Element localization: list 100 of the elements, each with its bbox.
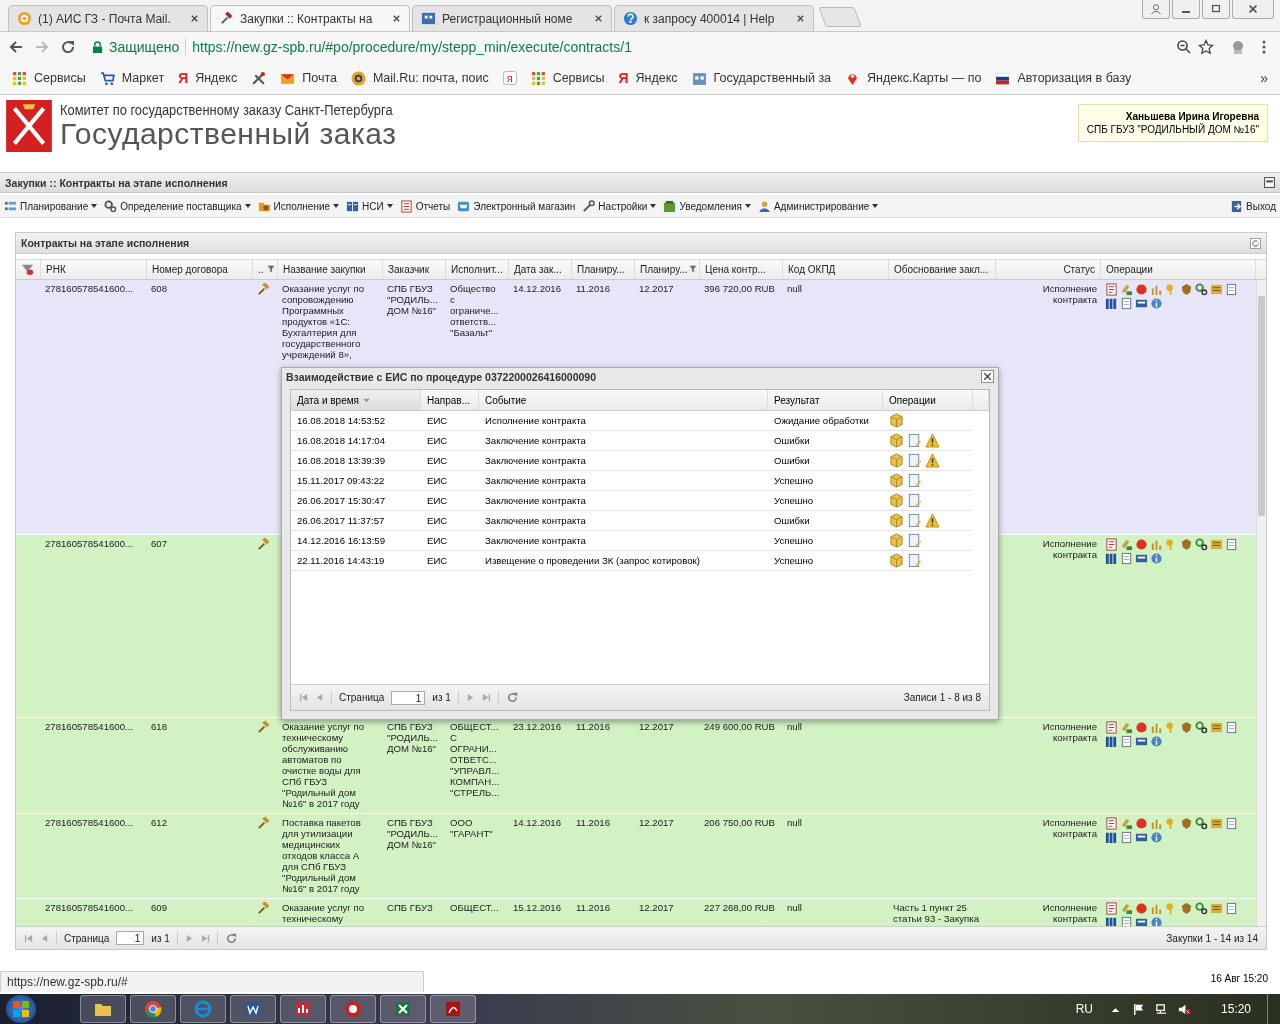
circle-icon[interactable] bbox=[1135, 283, 1148, 296]
package-icon[interactable] bbox=[889, 473, 904, 488]
scroll-icon[interactable] bbox=[1210, 538, 1223, 551]
scrollbar[interactable] bbox=[1256, 280, 1266, 926]
page-icon[interactable] bbox=[1120, 831, 1133, 844]
page-icon[interactable] bbox=[1225, 538, 1238, 551]
bookmark[interactable]: Авторизация в базу bbox=[995, 70, 1132, 86]
table-row[interactable] bbox=[16, 814, 1256, 899]
taskbar-app-button[interactable] bbox=[230, 995, 276, 1023]
browser-tab[interactable]: Закупки :: Контракты на bbox=[210, 5, 410, 31]
menu-item[interactable]: Электронный магазин bbox=[457, 199, 576, 213]
card-icon[interactable] bbox=[1135, 916, 1148, 926]
gavel-icon[interactable] bbox=[257, 283, 270, 296]
browser-tab[interactable]: (1) АИС ГЗ - Почта Mail. bbox=[8, 5, 208, 31]
document-icon[interactable] bbox=[907, 533, 922, 548]
books-icon[interactable] bbox=[1105, 916, 1118, 926]
scroll-icon[interactable] bbox=[1210, 721, 1223, 734]
stamp-icon[interactable] bbox=[1120, 283, 1133, 296]
gears-icon[interactable] bbox=[1195, 902, 1208, 915]
package-icon[interactable] bbox=[889, 453, 904, 468]
taskbar-app-button[interactable] bbox=[280, 995, 326, 1023]
bookmark[interactable]: Яндекс.Карты — по bbox=[845, 70, 982, 86]
package-icon[interactable] bbox=[889, 513, 904, 528]
close-icon[interactable] bbox=[190, 14, 199, 23]
close-window-button[interactable] bbox=[1232, 0, 1274, 19]
books-icon[interactable] bbox=[1105, 297, 1118, 310]
menu-item[interactable]: Администрирование bbox=[757, 199, 879, 213]
emblem-icon[interactable] bbox=[1180, 538, 1193, 551]
column-header[interactable]: Название закупки bbox=[278, 260, 383, 279]
document-icon[interactable] bbox=[1105, 283, 1118, 296]
document-icon[interactable] bbox=[1105, 721, 1118, 734]
info-icon[interactable] bbox=[1150, 916, 1163, 926]
gavel-icon[interactable] bbox=[257, 817, 270, 830]
column-header[interactable]: Планиру... bbox=[635, 260, 700, 279]
scroll-icon[interactable] bbox=[1210, 817, 1223, 830]
refresh-icon[interactable] bbox=[1250, 237, 1261, 249]
column-header[interactable]: Статус bbox=[996, 260, 1101, 279]
column-header[interactable]: Операции bbox=[1101, 260, 1256, 279]
document-icon[interactable] bbox=[907, 493, 922, 508]
column-header[interactable]: Дата зак... bbox=[509, 260, 572, 279]
package-icon[interactable] bbox=[889, 433, 904, 448]
close-icon[interactable] bbox=[594, 14, 603, 23]
tools-icon[interactable] bbox=[251, 70, 267, 86]
extension-icon[interactable] bbox=[1230, 39, 1246, 55]
minimize-button[interactable] bbox=[1172, 0, 1200, 19]
column-header[interactable]: Дата и время bbox=[291, 390, 421, 410]
menu-item[interactable]: Отчеты bbox=[399, 199, 451, 213]
column-header[interactable]: Исполнит... bbox=[446, 260, 509, 279]
refresh-icon[interactable] bbox=[505, 691, 519, 704]
logout-button[interactable]: Выход bbox=[1230, 199, 1276, 213]
browser-tab[interactable]: к запросу 400014 | Help bbox=[614, 5, 814, 31]
column-header[interactable]: .. bbox=[253, 260, 278, 279]
info-icon[interactable] bbox=[1150, 297, 1163, 310]
reload-icon[interactable] bbox=[60, 39, 76, 55]
page-icon[interactable] bbox=[1120, 735, 1133, 748]
bookmark[interactable]: Государственный за bbox=[691, 70, 832, 86]
gears-icon[interactable] bbox=[1195, 283, 1208, 296]
table-row[interactable]: 26.06.2017 11:37:57 ЕИС Заключение контракта Ошибки bbox=[291, 511, 971, 531]
books-icon[interactable] bbox=[1105, 831, 1118, 844]
column-header[interactable]: Результат bbox=[768, 390, 883, 410]
page-number-field[interactable]: 1 bbox=[116, 931, 145, 945]
bookmark[interactable]: Почта bbox=[280, 70, 337, 86]
close-icon[interactable] bbox=[392, 14, 401, 23]
card-icon[interactable] bbox=[1135, 552, 1148, 565]
column-header[interactable]: Номер договора bbox=[147, 260, 253, 279]
emblem-icon[interactable] bbox=[1180, 721, 1193, 734]
gavel-icon[interactable] bbox=[257, 902, 270, 915]
menu-item[interactable]: Уведомления bbox=[663, 199, 751, 213]
collapse-icon[interactable] bbox=[1264, 177, 1275, 188]
stamp-icon[interactable] bbox=[1120, 817, 1133, 830]
column-header[interactable]: Заказчик bbox=[383, 260, 446, 279]
stamp-icon[interactable] bbox=[1120, 721, 1133, 734]
column-header[interactable]: Планиру... bbox=[572, 260, 635, 279]
column-header[interactable]: Цена контр... bbox=[700, 260, 783, 279]
taskbar-app-button[interactable] bbox=[380, 995, 426, 1023]
table-row[interactable]: 26.06.2017 15:30:47 ЕИС Заключение контракта Успешно bbox=[291, 491, 971, 511]
gavel-icon[interactable] bbox=[257, 538, 270, 551]
taskbar-app-button[interactable] bbox=[130, 995, 176, 1023]
close-icon[interactable] bbox=[796, 14, 805, 23]
bookmark[interactable]: Сервисы bbox=[12, 70, 86, 86]
column-header[interactable]: Код ОКПД bbox=[783, 260, 889, 279]
taskbar-app-button[interactable] bbox=[330, 995, 376, 1023]
warning-icon[interactable] bbox=[925, 433, 940, 448]
close-icon[interactable] bbox=[981, 370, 994, 383]
package-icon[interactable] bbox=[889, 553, 904, 568]
package-icon[interactable] bbox=[889, 493, 904, 508]
taskbar-clock[interactable]: 15:20 bbox=[1220, 1002, 1251, 1016]
menu-item[interactable]: Настройки bbox=[582, 199, 657, 213]
page-icon[interactable] bbox=[1225, 721, 1238, 734]
gears-icon[interactable] bbox=[1195, 817, 1208, 830]
emblem-icon[interactable] bbox=[1180, 817, 1193, 830]
document-icon[interactable] bbox=[907, 473, 922, 488]
table-row[interactable]: 16.08.2018 14:53:52 ЕИС Исполнение контракта Ожидание обработки bbox=[291, 411, 971, 431]
zoom-icon[interactable] bbox=[1176, 39, 1192, 55]
bookmark[interactable]: Я Яндекс bbox=[618, 70, 678, 86]
emblem-icon[interactable] bbox=[1180, 283, 1193, 296]
warning-icon[interactable] bbox=[925, 513, 940, 528]
circle-icon[interactable] bbox=[1135, 538, 1148, 551]
table-row[interactable]: 15.11.2017 09:43:22 ЕИС Заключение контракта Успешно bbox=[291, 471, 971, 491]
books-icon[interactable] bbox=[1105, 735, 1118, 748]
